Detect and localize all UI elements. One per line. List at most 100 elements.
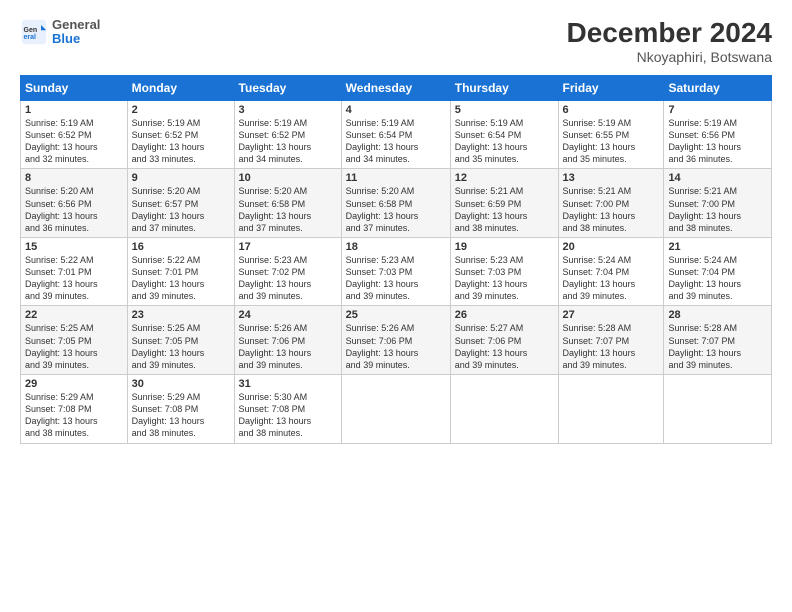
col-header-wednesday: Wednesday (341, 75, 450, 100)
day-info: Sunrise: 5:21 AM Sunset: 7:00 PM Dayligh… (563, 185, 660, 234)
header: Gen eral General Blue December 2024 Nkoy… (20, 18, 772, 65)
logo-line1: General (52, 18, 100, 32)
day-number: 11 (346, 172, 446, 184)
day-number: 7 (668, 104, 767, 116)
day-cell: 25Sunrise: 5:26 AM Sunset: 7:06 PM Dayli… (341, 306, 450, 375)
day-cell: 27Sunrise: 5:28 AM Sunset: 7:07 PM Dayli… (558, 306, 664, 375)
day-info: Sunrise: 5:20 AM Sunset: 6:58 PM Dayligh… (346, 185, 446, 234)
day-number: 29 (25, 378, 123, 390)
day-info: Sunrise: 5:29 AM Sunset: 7:08 PM Dayligh… (25, 391, 123, 440)
day-number: 19 (455, 241, 554, 253)
week-row-4: 22Sunrise: 5:25 AM Sunset: 7:05 PM Dayli… (21, 306, 772, 375)
calendar-table: SundayMondayTuesdayWednesdayThursdayFrid… (20, 75, 772, 444)
day-cell: 2Sunrise: 5:19 AM Sunset: 6:52 PM Daylig… (127, 100, 234, 169)
day-info: Sunrise: 5:24 AM Sunset: 7:04 PM Dayligh… (668, 254, 767, 303)
col-header-tuesday: Tuesday (234, 75, 341, 100)
day-info: Sunrise: 5:29 AM Sunset: 7:08 PM Dayligh… (132, 391, 230, 440)
day-info: Sunrise: 5:23 AM Sunset: 7:03 PM Dayligh… (455, 254, 554, 303)
day-cell (450, 375, 558, 444)
day-info: Sunrise: 5:22 AM Sunset: 7:01 PM Dayligh… (132, 254, 230, 303)
day-info: Sunrise: 5:24 AM Sunset: 7:04 PM Dayligh… (563, 254, 660, 303)
col-header-sunday: Sunday (21, 75, 128, 100)
day-cell: 22Sunrise: 5:25 AM Sunset: 7:05 PM Dayli… (21, 306, 128, 375)
col-header-friday: Friday (558, 75, 664, 100)
day-cell: 20Sunrise: 5:24 AM Sunset: 7:04 PM Dayli… (558, 237, 664, 306)
day-cell: 7Sunrise: 5:19 AM Sunset: 6:56 PM Daylig… (664, 100, 772, 169)
day-cell: 30Sunrise: 5:29 AM Sunset: 7:08 PM Dayli… (127, 375, 234, 444)
day-info: Sunrise: 5:25 AM Sunset: 7:05 PM Dayligh… (132, 322, 230, 371)
day-info: Sunrise: 5:22 AM Sunset: 7:01 PM Dayligh… (25, 254, 123, 303)
logo-line2: Blue (52, 32, 100, 46)
day-number: 28 (668, 309, 767, 321)
day-info: Sunrise: 5:19 AM Sunset: 6:54 PM Dayligh… (346, 117, 446, 166)
day-info: Sunrise: 5:19 AM Sunset: 6:55 PM Dayligh… (563, 117, 660, 166)
day-number: 30 (132, 378, 230, 390)
day-info: Sunrise: 5:30 AM Sunset: 7:08 PM Dayligh… (239, 391, 337, 440)
day-number: 14 (668, 172, 767, 184)
day-number: 15 (25, 241, 123, 253)
day-cell: 12Sunrise: 5:21 AM Sunset: 6:59 PM Dayli… (450, 169, 558, 238)
day-cell: 13Sunrise: 5:21 AM Sunset: 7:00 PM Dayli… (558, 169, 664, 238)
day-cell: 1Sunrise: 5:19 AM Sunset: 6:52 PM Daylig… (21, 100, 128, 169)
day-number: 20 (563, 241, 660, 253)
day-info: Sunrise: 5:21 AM Sunset: 6:59 PM Dayligh… (455, 185, 554, 234)
calendar-title: December 2024 (567, 18, 772, 49)
title-block: December 2024 Nkoyaphiri, Botswana (567, 18, 772, 65)
day-info: Sunrise: 5:28 AM Sunset: 7:07 PM Dayligh… (563, 322, 660, 371)
day-number: 26 (455, 309, 554, 321)
day-info: Sunrise: 5:25 AM Sunset: 7:05 PM Dayligh… (25, 322, 123, 371)
day-info: Sunrise: 5:20 AM Sunset: 6:57 PM Dayligh… (132, 185, 230, 234)
day-info: Sunrise: 5:23 AM Sunset: 7:02 PM Dayligh… (239, 254, 337, 303)
week-row-1: 1Sunrise: 5:19 AM Sunset: 6:52 PM Daylig… (21, 100, 772, 169)
day-cell: 29Sunrise: 5:29 AM Sunset: 7:08 PM Dayli… (21, 375, 128, 444)
logo-icon: Gen eral (20, 18, 48, 46)
day-info: Sunrise: 5:19 AM Sunset: 6:56 PM Dayligh… (668, 117, 767, 166)
day-cell: 15Sunrise: 5:22 AM Sunset: 7:01 PM Dayli… (21, 237, 128, 306)
day-info: Sunrise: 5:20 AM Sunset: 6:56 PM Dayligh… (25, 185, 123, 234)
day-info: Sunrise: 5:20 AM Sunset: 6:58 PM Dayligh… (239, 185, 337, 234)
day-cell: 14Sunrise: 5:21 AM Sunset: 7:00 PM Dayli… (664, 169, 772, 238)
day-cell: 18Sunrise: 5:23 AM Sunset: 7:03 PM Dayli… (341, 237, 450, 306)
page: Gen eral General Blue December 2024 Nkoy… (0, 0, 792, 612)
day-number: 31 (239, 378, 337, 390)
day-info: Sunrise: 5:19 AM Sunset: 6:52 PM Dayligh… (132, 117, 230, 166)
day-number: 27 (563, 309, 660, 321)
day-cell: 5Sunrise: 5:19 AM Sunset: 6:54 PM Daylig… (450, 100, 558, 169)
day-number: 10 (239, 172, 337, 184)
day-info: Sunrise: 5:26 AM Sunset: 7:06 PM Dayligh… (239, 322, 337, 371)
week-row-5: 29Sunrise: 5:29 AM Sunset: 7:08 PM Dayli… (21, 375, 772, 444)
day-cell: 16Sunrise: 5:22 AM Sunset: 7:01 PM Dayli… (127, 237, 234, 306)
day-cell: 23Sunrise: 5:25 AM Sunset: 7:05 PM Dayli… (127, 306, 234, 375)
day-cell: 8Sunrise: 5:20 AM Sunset: 6:56 PM Daylig… (21, 169, 128, 238)
day-number: 9 (132, 172, 230, 184)
col-header-monday: Monday (127, 75, 234, 100)
day-cell (558, 375, 664, 444)
day-info: Sunrise: 5:19 AM Sunset: 6:52 PM Dayligh… (25, 117, 123, 166)
day-cell: 9Sunrise: 5:20 AM Sunset: 6:57 PM Daylig… (127, 169, 234, 238)
day-cell: 4Sunrise: 5:19 AM Sunset: 6:54 PM Daylig… (341, 100, 450, 169)
logo-text: General Blue (52, 18, 100, 47)
svg-text:Gen: Gen (24, 27, 38, 34)
week-row-2: 8Sunrise: 5:20 AM Sunset: 6:56 PM Daylig… (21, 169, 772, 238)
day-info: Sunrise: 5:21 AM Sunset: 7:00 PM Dayligh… (668, 185, 767, 234)
day-info: Sunrise: 5:26 AM Sunset: 7:06 PM Dayligh… (346, 322, 446, 371)
week-row-3: 15Sunrise: 5:22 AM Sunset: 7:01 PM Dayli… (21, 237, 772, 306)
day-number: 24 (239, 309, 337, 321)
day-number: 25 (346, 309, 446, 321)
day-number: 21 (668, 241, 767, 253)
day-cell: 19Sunrise: 5:23 AM Sunset: 7:03 PM Dayli… (450, 237, 558, 306)
day-number: 22 (25, 309, 123, 321)
day-number: 12 (455, 172, 554, 184)
header-row: SundayMondayTuesdayWednesdayThursdayFrid… (21, 75, 772, 100)
day-number: 23 (132, 309, 230, 321)
col-header-saturday: Saturday (664, 75, 772, 100)
day-cell: 6Sunrise: 5:19 AM Sunset: 6:55 PM Daylig… (558, 100, 664, 169)
day-number: 5 (455, 104, 554, 116)
day-number: 16 (132, 241, 230, 253)
day-info: Sunrise: 5:19 AM Sunset: 6:54 PM Dayligh… (455, 117, 554, 166)
day-number: 1 (25, 104, 123, 116)
day-cell: 24Sunrise: 5:26 AM Sunset: 7:06 PM Dayli… (234, 306, 341, 375)
day-number: 8 (25, 172, 123, 184)
day-cell: 10Sunrise: 5:20 AM Sunset: 6:58 PM Dayli… (234, 169, 341, 238)
day-cell: 31Sunrise: 5:30 AM Sunset: 7:08 PM Dayli… (234, 375, 341, 444)
